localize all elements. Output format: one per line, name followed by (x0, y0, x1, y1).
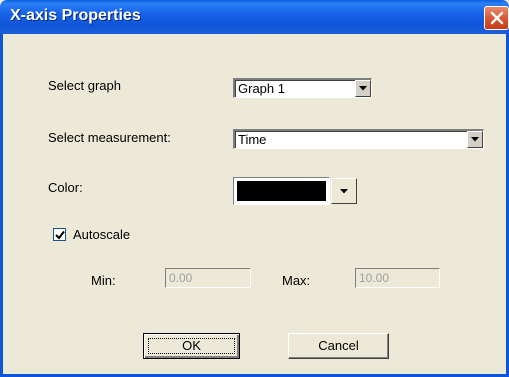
min-label: Min: (91, 273, 116, 288)
autoscale-checkbox[interactable] (53, 228, 66, 241)
min-value: 0.00 (169, 271, 193, 285)
color-picker-swatch[interactable] (233, 177, 330, 205)
max-input[interactable]: 10.00 (355, 268, 440, 288)
autoscale-label[interactable]: Autoscale (73, 227, 130, 242)
ok-button-label: OK (182, 338, 201, 353)
select-measurement-dropdown-button[interactable] (467, 131, 483, 148)
ok-button[interactable]: OK (143, 333, 240, 359)
select-graph-value: Graph 1 (238, 81, 285, 96)
select-measurement-label: Select measurement: (48, 130, 171, 145)
select-graph-label: Select graph (48, 78, 121, 93)
select-graph-dropdown[interactable]: Graph 1 (233, 78, 372, 98)
close-button[interactable] (484, 6, 509, 30)
select-measurement-dropdown[interactable]: Time (233, 129, 484, 149)
title-bar[interactable]: X-axis Properties (0, 0, 509, 34)
color-label: Color: (48, 180, 83, 195)
select-measurement-value: Time (238, 132, 267, 147)
cancel-button-label: Cancel (318, 338, 359, 353)
max-label: Max: (282, 273, 311, 288)
color-picker-dropdown-button[interactable] (331, 178, 357, 204)
window-title: X-axis Properties (10, 7, 141, 24)
min-input[interactable]: 0.00 (165, 268, 251, 288)
x-axis-properties-dialog: X-axis Properties Select graph Graph 1 S… (0, 0, 509, 377)
selected-color-fill (237, 181, 326, 201)
select-graph-dropdown-button[interactable] (355, 80, 371, 97)
cancel-button[interactable]: Cancel (288, 333, 389, 359)
max-value: 10.00 (359, 271, 390, 285)
